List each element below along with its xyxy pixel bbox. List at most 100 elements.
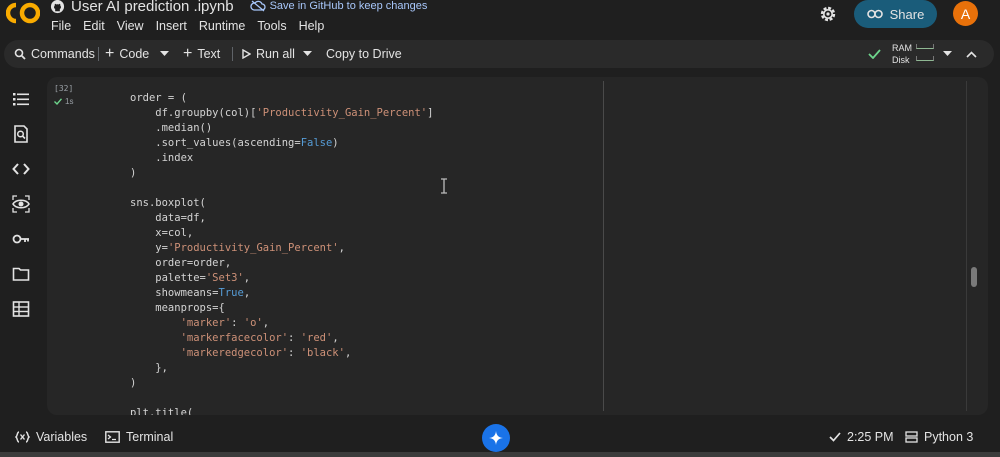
gear-icon[interactable] [818, 4, 838, 24]
menu-edit[interactable]: Edit [83, 19, 105, 33]
caret-down-icon [160, 51, 169, 56]
code-line: y='Productivity_Gain_Percent', [130, 241, 433, 256]
code-line: df.groupby(col)['Productivity_Gain_Perce… [130, 106, 433, 121]
code-token: 'markeredgecolor' [180, 347, 289, 359]
code-token: .sort_values(ascending= [130, 137, 301, 149]
sparkle-icon [489, 431, 503, 445]
link-icon [866, 9, 883, 19]
share-label: Share [889, 6, 925, 22]
secrets-key-icon[interactable] [12, 230, 30, 248]
code-token: ) [130, 167, 137, 179]
code-token: 'Productivity_Gain_Percent' [167, 242, 339, 254]
code-token: showmeans= [130, 287, 219, 299]
add-text-label: Text [197, 47, 221, 61]
code-token: , [344, 347, 352, 359]
colab-logo-icon[interactable] [6, 2, 40, 24]
table-of-contents-icon[interactable] [12, 90, 30, 108]
last-run-status[interactable]: 2:25 PM [829, 430, 894, 444]
code-token: plt.title( [130, 407, 194, 415]
code-token: , [262, 317, 270, 329]
add-text-button[interactable]: + Text [183, 40, 220, 68]
code-token: palette= [130, 272, 206, 284]
code-line: order = ( [130, 91, 433, 106]
menu-bar: File Edit View Insert Runtime Tools Help [51, 19, 336, 33]
files-folder-icon[interactable] [12, 265, 30, 283]
resource-monitor[interactable]: RAM Disk [892, 42, 934, 66]
gemini-button[interactable] [482, 424, 510, 452]
play-icon [242, 49, 251, 59]
disk-label: Disk [892, 55, 910, 65]
variables-braces-icon [15, 431, 30, 443]
commands-button[interactable]: Commands [14, 40, 95, 68]
code-line: x=col, [130, 226, 433, 241]
code-token: data=df, [130, 212, 206, 224]
code-snippets-icon[interactable] [12, 160, 30, 178]
code-token: : [231, 317, 244, 329]
editor-ruler [603, 81, 604, 411]
code-line: ) [130, 166, 433, 181]
code-line: 'markeredgecolor': 'black', [130, 346, 433, 361]
kernel-status[interactable]: Python 3 [905, 430, 973, 444]
run-all-label: Run all [256, 47, 295, 61]
code-editor[interactable]: order = ( df.groupby(col)['Productivity_… [130, 91, 433, 415]
code-line: meanprops={ [130, 301, 433, 316]
collapse-toolbar-button[interactable] [966, 40, 977, 68]
notebook-toolbar: Commands + Code + Text Run all Copy to D… [4, 40, 994, 68]
server-icon [905, 431, 918, 443]
terminal-icon [105, 431, 120, 443]
check-icon [54, 98, 62, 105]
code-cell[interactable]: [32] 1s order = ( df.groupby(col)['Produ… [47, 77, 988, 415]
menu-insert[interactable]: Insert [156, 19, 187, 33]
cell-gutter: [32] 1s [47, 77, 83, 415]
code-token: order=order, [130, 257, 232, 269]
menu-tools[interactable]: Tools [257, 19, 286, 33]
add-cell-dropdown[interactable] [160, 40, 169, 68]
menu-help[interactable]: Help [299, 19, 325, 33]
code-line: }, [130, 361, 433, 376]
avatar[interactable]: A [953, 1, 978, 26]
menu-view[interactable]: View [117, 19, 144, 33]
variables-inspector-icon[interactable] [12, 195, 30, 213]
code-line: 'markerfacecolor': 'red', [130, 331, 433, 346]
menu-file[interactable]: File [51, 19, 71, 33]
code-token: 'o' [243, 317, 263, 329]
save-in-github-link[interactable]: Save in GitHub to keep changes [249, 0, 427, 12]
code-line: sns.boxplot( [130, 196, 433, 211]
chevron-up-icon [966, 50, 977, 58]
check-icon [829, 432, 841, 442]
text-cursor-icon [441, 178, 447, 194]
execution-status: 1s [54, 97, 73, 106]
share-button[interactable]: Share [854, 0, 937, 28]
scrollbar-thumb[interactable] [971, 267, 977, 287]
code-line: order=order, [130, 256, 433, 271]
code-token: order = ( [130, 92, 187, 104]
plus-icon: + [183, 45, 193, 62]
run-all-button[interactable]: Run all [242, 40, 295, 68]
copy-to-drive-button[interactable]: Copy to Drive [326, 40, 402, 68]
code-line: showmeans=True, [130, 286, 433, 301]
code-line: 'marker': 'o', [130, 316, 433, 331]
code-token: , [243, 272, 251, 284]
code-line: data=df, [130, 211, 433, 226]
code-token: : [288, 347, 301, 359]
find-replace-icon[interactable] [12, 125, 30, 143]
editor-edge [966, 81, 967, 411]
menu-runtime[interactable]: Runtime [199, 19, 246, 33]
last-run-time: 2:25 PM [847, 430, 894, 444]
data-table-icon[interactable] [12, 300, 30, 318]
add-code-button[interactable]: + Code [105, 40, 149, 68]
code-line: .median() [130, 121, 433, 136]
toolbar-divider [232, 47, 233, 61]
code-token: ] [427, 107, 434, 119]
code-token: 'marker' [180, 317, 232, 329]
run-all-dropdown[interactable] [303, 40, 312, 68]
runtime-dropdown[interactable] [943, 40, 952, 68]
terminal-button[interactable]: Terminal [105, 430, 173, 444]
notebook-title[interactable]: User AI prediction .ipynb [71, 0, 234, 15]
kernel-label: Python 3 [924, 430, 974, 444]
code-token: , [338, 242, 345, 254]
cloud-off-icon [249, 0, 266, 12]
variables-button[interactable]: Variables [15, 430, 87, 444]
